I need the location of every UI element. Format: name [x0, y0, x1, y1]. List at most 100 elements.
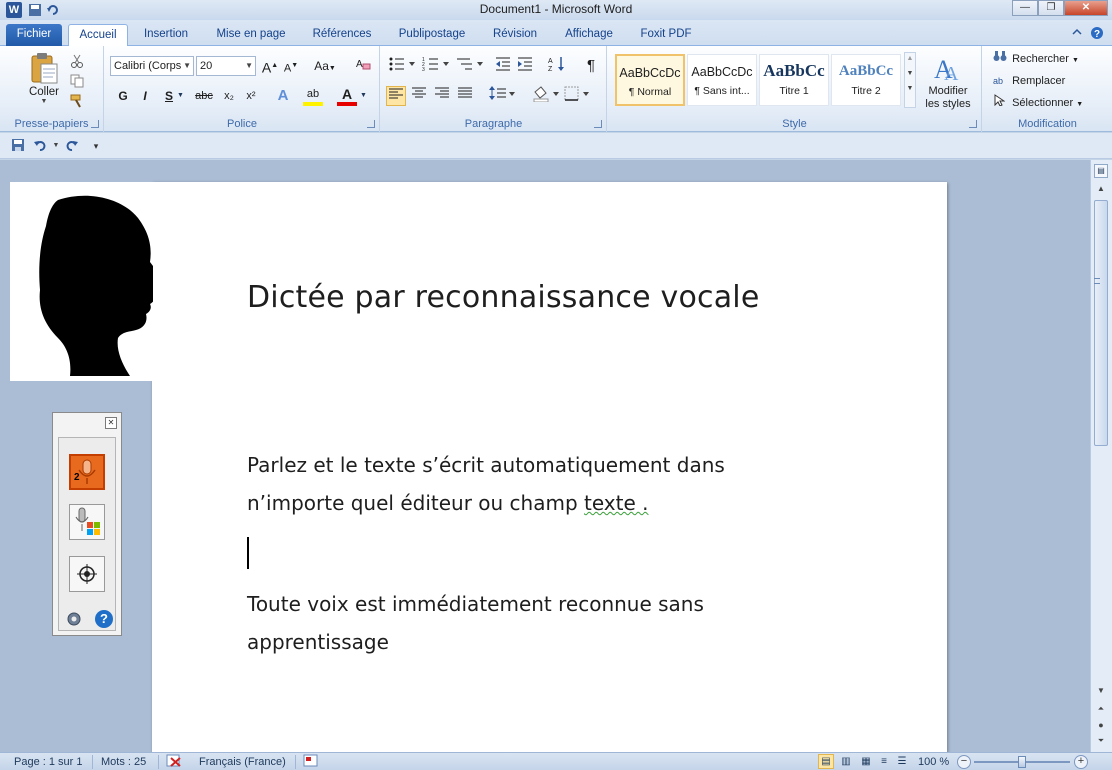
align-left-button[interactable] — [386, 86, 406, 106]
shrink-font-button[interactable]: A▼ — [281, 56, 301, 76]
align-right-button[interactable] — [432, 86, 452, 106]
grow-font-button[interactable]: A▲ — [260, 56, 280, 76]
scroll-down-icon[interactable]: ▼ — [1094, 684, 1108, 698]
strikethrough-button[interactable]: abc — [191, 86, 217, 106]
numbering-button[interactable]: 123 — [421, 56, 451, 76]
multilevel-list-button[interactable] — [455, 56, 485, 76]
web-layout-icon[interactable]: ▦ — [858, 754, 874, 769]
bullets-button[interactable] — [387, 56, 417, 76]
style-gallery-scroll[interactable]: ▲ ▼ ▼ — [904, 52, 916, 108]
zoom-out-button[interactable]: − — [957, 755, 971, 769]
maximize-button[interactable]: ❐ — [1038, 0, 1064, 16]
page-count-status[interactable]: Page : 1 sur 1 — [14, 756, 83, 768]
ruler-toggle-icon[interactable]: ▤ — [1094, 164, 1108, 178]
highlight-button[interactable]: ab — [303, 86, 323, 106]
proofing-status-icon[interactable] — [166, 754, 184, 770]
document-page[interactable]: Dictée par reconnaissance vocale Parlez … — [152, 182, 947, 752]
presse-papiers-launcher-icon[interactable] — [91, 120, 99, 128]
remplacer-button[interactable]: ab Remplacer — [993, 72, 1065, 90]
italic-button[interactable]: I — [135, 86, 155, 106]
format-painter-icon[interactable] — [70, 94, 84, 108]
save-icon[interactable] — [10, 138, 26, 154]
tab-mise-en-page[interactable]: Mise en page — [208, 24, 294, 46]
tab-foxit-pdf[interactable]: Foxit PDF — [632, 24, 700, 46]
gear-icon[interactable] — [65, 610, 83, 628]
redo-icon[interactable] — [64, 138, 80, 154]
coller-button[interactable]: Coller ▼ — [22, 52, 66, 110]
word-count-status[interactable]: Mots : 25 — [101, 756, 146, 768]
modifier-styles-button[interactable]: AA Modifier les styles — [920, 52, 976, 111]
outline-view-icon[interactable]: ≡ — [876, 754, 892, 769]
previous-page-icon[interactable]: ⏶ — [1094, 702, 1108, 716]
style-sans-interligne[interactable]: AaBbCcDc ¶ Sans int... — [687, 54, 757, 106]
zoom-level[interactable]: 100 % — [918, 756, 949, 768]
copy-icon[interactable] — [70, 74, 84, 88]
justify-button[interactable] — [455, 86, 475, 106]
windows-speech-button[interactable] — [69, 504, 105, 540]
paragraph-2[interactable]: Toute voix est immédiatement reconnue sa… — [247, 585, 807, 661]
paragraphe-launcher-icon[interactable] — [594, 120, 602, 128]
style-normal[interactable]: AaBbCcDc ¶ Normal — [615, 54, 685, 106]
font-size-combo[interactable]: 20 ▼ — [196, 56, 256, 76]
shading-button[interactable] — [531, 86, 561, 106]
collapse-ribbon-icon[interactable] — [1070, 26, 1084, 40]
scroll-thumb[interactable] — [1094, 200, 1108, 446]
tab-fichier[interactable]: Fichier — [6, 24, 62, 46]
font-name-combo[interactable]: Calibri (Corps ▼ — [110, 56, 194, 76]
zoom-in-button[interactable]: + — [1074, 755, 1088, 769]
scroll-up-icon[interactable]: ▲ — [1094, 182, 1108, 196]
language-status[interactable]: Français (France) — [199, 756, 286, 768]
document-title[interactable]: Dictée par reconnaissance vocale — [247, 280, 760, 315]
subscript-button[interactable]: x₂ — [219, 86, 239, 106]
style-titre-1[interactable]: AaBbCc Titre 1 — [759, 54, 829, 106]
microphone-active-button[interactable]: 2 — [69, 454, 105, 490]
selectionner-button[interactable]: Sélectionner ▼ — [993, 94, 1083, 112]
zoom-slider-thumb[interactable] — [1018, 756, 1026, 768]
police-launcher-icon[interactable] — [367, 120, 375, 128]
rechercher-button[interactable]: Rechercher ▼ — [993, 50, 1079, 68]
show-formatting-button[interactable]: ¶ — [581, 56, 601, 76]
font-color-button[interactable]: A — [337, 86, 357, 106]
line-spacing-button[interactable] — [487, 86, 517, 106]
tab-accueil[interactable]: Accueil — [68, 24, 128, 47]
chevron-down-icon[interactable]: ▼ — [48, 138, 64, 154]
tab-publipostage[interactable]: Publipostage — [390, 24, 474, 46]
target-button[interactable] — [69, 556, 105, 592]
tab-revision[interactable]: Révision — [485, 24, 545, 46]
style-titre-2[interactable]: AaBbCc Titre 2 — [831, 54, 901, 106]
change-case-button[interactable]: Aa▼ — [311, 56, 339, 76]
text-effects-button[interactable]: A — [273, 86, 293, 106]
bold-button[interactable]: G — [113, 86, 133, 106]
widget-help-icon[interactable]: ? — [95, 610, 113, 628]
print-layout-view-icon[interactable]: ▤ — [818, 754, 834, 769]
full-screen-reading-icon[interactable]: ▥ — [838, 754, 854, 769]
cut-icon[interactable] — [70, 54, 84, 68]
style-launcher-icon[interactable] — [969, 120, 977, 128]
next-page-icon[interactable]: ⏷ — [1094, 734, 1108, 748]
customize-toolbar-icon[interactable]: ▾ — [88, 138, 104, 154]
vertical-scrollbar[interactable]: ▤ ▲ ▼ ⏶ ● ⏷ — [1090, 160, 1112, 752]
underline-button[interactable]: S — [159, 86, 179, 106]
decrease-indent-button[interactable] — [493, 56, 513, 76]
draft-view-icon[interactable]: ☰ — [894, 754, 910, 769]
sort-button[interactable]: AZ — [547, 56, 567, 76]
undo-icon[interactable] — [32, 138, 48, 154]
borders-button[interactable] — [563, 86, 593, 106]
tab-insertion[interactable]: Insertion — [136, 24, 196, 46]
bullet-list-icon — [389, 57, 415, 71]
browse-object-icon[interactable]: ● — [1094, 718, 1108, 732]
tab-references[interactable]: Références — [305, 24, 379, 46]
clear-format-button[interactable]: A — [353, 56, 373, 76]
superscript-button[interactable]: x² — [241, 86, 261, 106]
minimize-button[interactable]: — — [1012, 0, 1038, 16]
widget-close-button[interactable]: ✕ — [105, 417, 117, 429]
macro-recording-icon[interactable] — [303, 754, 319, 770]
paragraph-1[interactable]: Parlez et le texte s’écrit automatiqueme… — [247, 446, 807, 522]
speech-recognition-widget[interactable]: ✕ 2 ? — [52, 412, 122, 636]
increase-indent-button[interactable] — [515, 56, 535, 76]
help-icon[interactable]: ? — [1090, 26, 1104, 40]
tab-affichage[interactable]: Affichage — [556, 24, 622, 46]
speaking-head-image[interactable] — [10, 182, 189, 381]
align-center-button[interactable] — [409, 86, 429, 106]
close-button[interactable]: ✕ — [1064, 0, 1108, 16]
